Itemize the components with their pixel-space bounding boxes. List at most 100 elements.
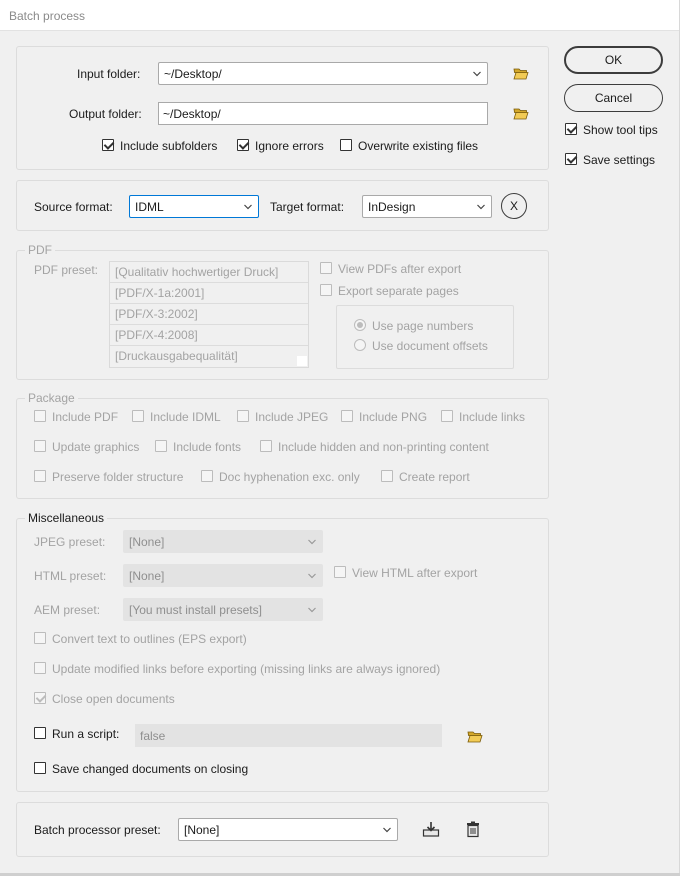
window-title: Batch process bbox=[9, 9, 86, 23]
run-script-label: Run a script: bbox=[52, 727, 120, 741]
view-pdfs-checkbox[interactable] bbox=[320, 262, 332, 274]
batch-preset-value: [None] bbox=[184, 823, 220, 837]
view-pdfs-label: View PDFs after export bbox=[338, 262, 462, 276]
list-item[interactable]: [PDF/X-1a:2001] bbox=[110, 283, 308, 304]
html-preset-select[interactable]: [None] bbox=[123, 564, 323, 587]
source-format-value: IDML bbox=[135, 200, 164, 214]
chevron-down-icon bbox=[308, 607, 316, 614]
use-page-numbers-label: Use page numbers bbox=[372, 319, 474, 333]
save-changed-checkbox[interactable] bbox=[34, 762, 46, 774]
pdf-preset-list[interactable]: [Qualitativ hochwertiger Druck] [PDF/X-1… bbox=[109, 261, 309, 368]
jpeg-preset-select[interactable]: [None] bbox=[123, 530, 323, 553]
scroll-corner bbox=[297, 356, 307, 366]
batch-preset-label: Batch processor preset: bbox=[34, 823, 161, 837]
view-html-checkbox[interactable] bbox=[334, 566, 346, 578]
run-script-input[interactable]: false bbox=[135, 724, 442, 747]
export-separate-pages-checkbox[interactable] bbox=[320, 284, 332, 296]
show-tool-tips-checkbox[interactable] bbox=[565, 123, 577, 135]
input-folder-label: Input folder: bbox=[77, 67, 141, 81]
show-tool-tips-label: Show tool tips bbox=[583, 123, 658, 137]
use-document-offsets-radio[interactable] bbox=[354, 339, 366, 351]
chevron-down-icon bbox=[244, 204, 252, 211]
pdf-legend: PDF bbox=[25, 243, 55, 257]
close-docs-checkbox[interactable] bbox=[34, 692, 46, 704]
update-links-label: Update modified links before exporting (… bbox=[52, 662, 441, 676]
include-pdf-checkbox[interactable] bbox=[34, 410, 46, 422]
source-format-label: Source format: bbox=[34, 200, 113, 214]
aem-preset-value: [You must install presets] bbox=[129, 603, 262, 617]
overwrite-existing-checkbox[interactable] bbox=[340, 139, 352, 151]
convert-outlines-checkbox[interactable] bbox=[34, 632, 46, 644]
page-numbering-group bbox=[336, 305, 514, 369]
list-item[interactable]: [PDF/X-4:2008] bbox=[110, 325, 308, 346]
save-changed-label: Save changed documents on closing bbox=[52, 762, 249, 776]
output-folder-label: Output folder: bbox=[69, 107, 142, 121]
include-png-checkbox[interactable] bbox=[341, 410, 353, 422]
input-folder-value: ~/Desktop/ bbox=[164, 67, 222, 81]
target-format-label: Target format: bbox=[270, 200, 345, 214]
create-report-label: Create report bbox=[399, 470, 470, 484]
doc-hyphenation-checkbox[interactable] bbox=[201, 470, 213, 482]
chevron-down-icon bbox=[477, 204, 485, 211]
run-script-checkbox[interactable] bbox=[34, 727, 46, 739]
update-graphics-label: Update graphics bbox=[52, 440, 140, 454]
trash-icon[interactable] bbox=[464, 820, 482, 838]
export-separate-pages-label: Export separate pages bbox=[338, 284, 459, 298]
preserve-folder-label: Preserve folder structure bbox=[52, 470, 184, 484]
cancel-button[interactable]: Cancel bbox=[564, 84, 663, 112]
include-png-label: Include PNG bbox=[359, 410, 428, 424]
html-preset-label: HTML preset: bbox=[34, 569, 107, 583]
ok-button[interactable]: OK bbox=[564, 46, 663, 74]
jpeg-preset-value: [None] bbox=[129, 535, 165, 549]
clear-format-button[interactable]: X bbox=[501, 193, 527, 219]
include-pdf-label: Include PDF bbox=[52, 410, 119, 424]
include-fonts-label: Include fonts bbox=[173, 440, 242, 454]
misc-legend: Miscellaneous bbox=[25, 511, 108, 525]
chevron-down-icon bbox=[308, 573, 316, 580]
update-links-checkbox[interactable] bbox=[34, 662, 46, 674]
close-docs-label: Close open documents bbox=[52, 692, 175, 706]
html-preset-value: [None] bbox=[129, 569, 165, 583]
convert-outlines-label: Convert text to outlines (EPS export) bbox=[52, 632, 247, 646]
use-page-numbers-radio[interactable] bbox=[354, 319, 366, 331]
save-settings-checkbox[interactable] bbox=[565, 153, 577, 165]
include-fonts-checkbox[interactable] bbox=[155, 440, 167, 452]
target-format-value: InDesign bbox=[368, 200, 416, 214]
include-subfolders-checkbox[interactable] bbox=[102, 139, 114, 151]
create-report-checkbox[interactable] bbox=[381, 470, 393, 482]
jpeg-preset-label: JPEG preset: bbox=[34, 535, 106, 549]
output-folder-input[interactable]: ~/Desktop/ bbox=[158, 102, 488, 125]
include-idml-label: Include IDML bbox=[150, 410, 221, 424]
source-format-select[interactable]: IDML bbox=[129, 195, 259, 218]
include-hidden-checkbox[interactable] bbox=[260, 440, 272, 452]
input-folder-combo[interactable]: ~/Desktop/ bbox=[158, 62, 488, 85]
misc-panel bbox=[16, 518, 549, 792]
ignore-errors-label: Ignore errors bbox=[255, 139, 324, 153]
aem-preset-label: AEM preset: bbox=[34, 603, 101, 617]
save-settings-label: Save settings bbox=[583, 153, 656, 167]
preserve-folder-checkbox[interactable] bbox=[34, 470, 46, 482]
overwrite-existing-label: Overwrite existing files bbox=[358, 139, 479, 153]
doc-hyphenation-label: Doc hyphenation exc. only bbox=[219, 470, 360, 484]
folder-icon[interactable] bbox=[513, 107, 529, 120]
chevron-down-icon bbox=[308, 539, 316, 546]
list-item[interactable]: [PDF/X-3:2002] bbox=[110, 304, 308, 325]
list-item[interactable]: [Qualitativ hochwertiger Druck] bbox=[110, 262, 308, 283]
include-links-label: Include links bbox=[459, 410, 526, 424]
include-links-checkbox[interactable] bbox=[441, 410, 453, 422]
chevron-down-icon bbox=[473, 71, 481, 78]
package-legend: Package bbox=[25, 391, 78, 405]
folder-icon[interactable] bbox=[467, 730, 483, 743]
include-jpeg-checkbox[interactable] bbox=[237, 410, 249, 422]
folder-icon[interactable] bbox=[513, 67, 529, 80]
view-html-label: View HTML after export bbox=[352, 566, 478, 580]
aem-preset-select[interactable]: [You must install presets] bbox=[123, 598, 323, 621]
ignore-errors-checkbox[interactable] bbox=[237, 139, 249, 151]
target-format-select[interactable]: InDesign bbox=[362, 195, 492, 218]
update-graphics-checkbox[interactable] bbox=[34, 440, 46, 452]
include-idml-checkbox[interactable] bbox=[132, 410, 144, 422]
save-preset-icon[interactable] bbox=[422, 820, 440, 838]
batch-preset-select[interactable]: [None] bbox=[178, 818, 398, 841]
list-item[interactable]: [Druckausgabequalität] bbox=[110, 346, 308, 367]
pdf-preset-label: PDF preset: bbox=[34, 263, 99, 277]
